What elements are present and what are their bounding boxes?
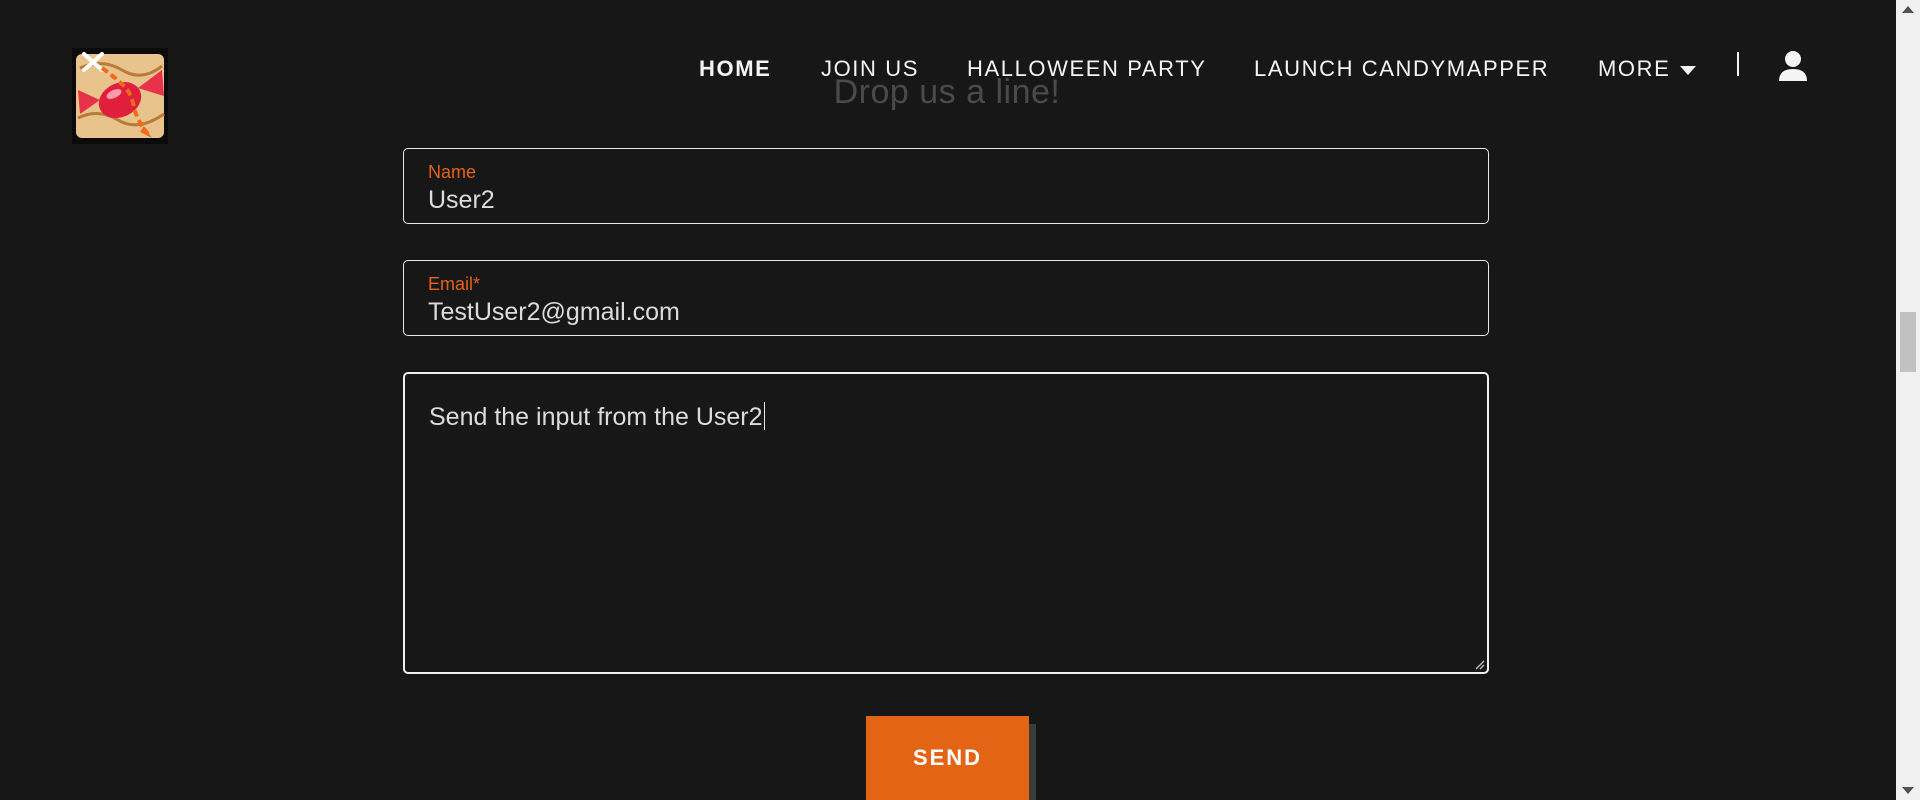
nav-item-home[interactable]: HOME (699, 54, 771, 84)
message-value: Send the input from the User2 (429, 403, 763, 431)
scrollbar-thumb[interactable] (1900, 312, 1916, 372)
user-account-icon[interactable] (1778, 50, 1808, 82)
resize-handle-icon[interactable] (1473, 658, 1485, 670)
nav-item-launch-candymapper[interactable]: LAUNCH CANDYMAPPER (1254, 54, 1549, 84)
chevron-down-icon (1680, 65, 1697, 75)
nav-item-more[interactable]: MORE (1598, 54, 1697, 84)
scroll-down-arrow-icon[interactable] (1902, 787, 1914, 794)
scroll-up-arrow-icon[interactable] (1902, 6, 1914, 13)
nav-item-join-us[interactable]: JOIN US (821, 54, 919, 84)
main-nav: HOME JOIN US HALLOWEEN PARTY LAUNCH CAND… (0, 54, 1880, 84)
send-button[interactable]: SEND (866, 716, 1029, 800)
text-cursor (763, 402, 766, 430)
email-field-label: Email* (428, 274, 481, 294)
page: Drop us a line! HOME JOIN US HALLOWEEN P… (0, 0, 1920, 800)
email-field-value: TestUser2@gmail.com (428, 298, 680, 326)
nav-divider (1737, 52, 1739, 76)
message-textarea[interactable]: Send the input from the User2 (403, 372, 1489, 674)
nav-more-label: MORE (1598, 56, 1671, 81)
page-scrollbar[interactable] (1896, 0, 1920, 800)
nav-item-halloween-party[interactable]: HALLOWEEN PARTY (967, 54, 1207, 84)
email-field[interactable]: Email* TestUser2@gmail.com (403, 260, 1489, 336)
message-text-wrapper: Send the input from the User2 (429, 402, 766, 432)
name-field-label: Name (428, 162, 477, 182)
name-field[interactable]: Name User2 (403, 148, 1489, 224)
name-field-value: User2 (428, 186, 495, 214)
